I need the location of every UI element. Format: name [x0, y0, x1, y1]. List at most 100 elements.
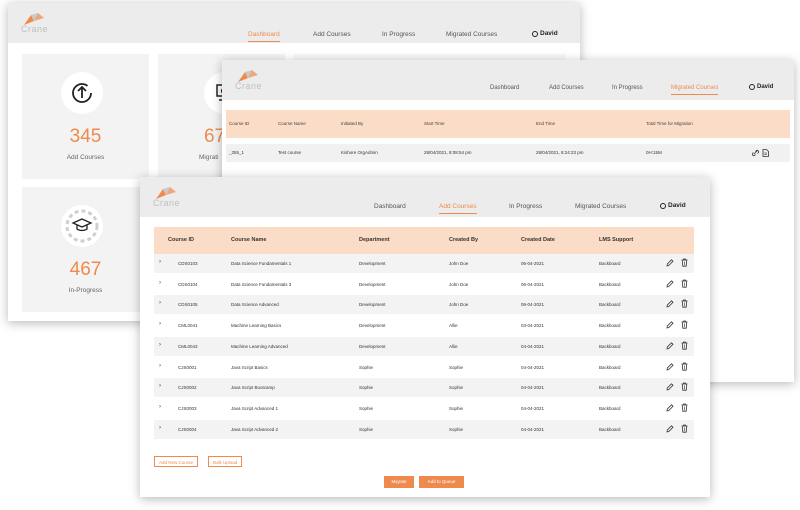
cell-lms-support: Backboard: [599, 323, 621, 329]
chevron-right-icon[interactable]: ›: [159, 363, 161, 369]
app-header: Crane Dashboard Add Courses In Progress …: [8, 3, 580, 43]
cell-created-date: 04-04-2021: [521, 343, 545, 349]
cell-created-by: Allie: [449, 323, 458, 329]
edit-pencil-icon[interactable]: [665, 402, 674, 413]
upload-arrow-icon: [61, 72, 103, 114]
table-row[interactable]: › CDS0105 Data Science Advanced Development…: [154, 295, 694, 315]
cell-course-id: CDS0105: [178, 302, 198, 308]
document-icon[interactable]: [762, 149, 769, 157]
nav-add-courses[interactable]: Add Courses: [439, 203, 477, 214]
cell-lms-support: Backboard: [599, 426, 621, 432]
add-courses-window: Crane Dashboard Add Courses In Progress …: [140, 177, 710, 497]
table-row[interactable]: › CJS0003 Java Script Advanced 1 Sophie Soph…: [154, 399, 694, 418]
trash-icon[interactable]: [680, 257, 689, 268]
chevron-right-icon[interactable]: ›: [159, 259, 161, 265]
chevron-right-icon[interactable]: ›: [159, 342, 161, 348]
nav-dashboard[interactable]: Dashboard: [374, 203, 406, 210]
column-header: Course ID: [168, 237, 194, 243]
column-header: End Time: [536, 121, 556, 126]
table-row[interactable]: › CML0041 Machine Learning Basics Developme…: [154, 316, 694, 335]
edit-pencil-icon[interactable]: [665, 319, 674, 330]
nav-add-courses[interactable]: Add Courses: [549, 85, 584, 91]
cell-course-name: Java Script Advanced 2: [231, 426, 279, 432]
nav-migrated-courses[interactable]: Migrated Courses: [671, 85, 719, 95]
table-row[interactable]: _355_1 Test course Kishore OrgAdmin 28/0…: [226, 144, 790, 162]
table-header: Course ID Course Name Initiated By Start…: [226, 110, 790, 138]
edit-pencil-icon[interactable]: [665, 361, 674, 372]
trash-icon[interactable]: [680, 423, 689, 434]
cell-department: Sophie: [359, 364, 374, 370]
column-header: Course ID: [229, 121, 250, 126]
trash-icon[interactable]: [680, 402, 689, 413]
cell-created-by: Sophie: [449, 405, 464, 411]
cell-course-name: Java Script Bootcamp: [231, 385, 275, 391]
crane-logo[interactable]: Crane: [21, 12, 48, 34]
migrate-button[interactable]: Migrate: [384, 476, 414, 488]
cell-course-name: Machine Learning Advanced: [231, 343, 288, 349]
column-header: Course Name: [278, 121, 306, 126]
cell-department: Development: [359, 302, 386, 308]
user-icon: [749, 84, 755, 90]
cell-created-by: John Doe: [449, 261, 469, 266]
stat-value: 467: [69, 259, 102, 280]
table-row[interactable]: › CDS0104 Data Science Fundamentals 3 Devel…: [154, 275, 694, 294]
cell-lms-support: Backboard: [599, 364, 621, 370]
cell-course-name: Machine Learning Basics: [231, 323, 282, 329]
table-row[interactable]: › CDS0103 Data Science Fundamentals 1 Devel…: [154, 254, 694, 273]
table-row[interactable]: › CJS0001 Java Script Basics Sophie Sophie 04…: [154, 358, 694, 377]
edit-pencil-icon[interactable]: [665, 278, 674, 289]
chevron-right-icon[interactable]: ›: [159, 280, 161, 286]
nav-dashboard[interactable]: Dashboard: [490, 85, 519, 91]
cell-total-time: 0H:15M: [646, 150, 662, 155]
trash-icon[interactable]: [680, 381, 689, 392]
cell-created-date: 04-04-2021: [521, 426, 545, 432]
cell-start-time: 28/04/2021, 8:08:54 pm: [424, 150, 472, 155]
trash-icon[interactable]: [680, 361, 689, 372]
stat-card-add-courses[interactable]: 345 Add Courses: [22, 54, 149, 179]
edit-pencil-icon[interactable]: [665, 381, 674, 392]
nav-migrated-courses[interactable]: Migrated Courses: [575, 203, 626, 210]
trash-icon[interactable]: [680, 340, 689, 351]
table-row[interactable]: › CJS0002 Java Script Bootcamp Sophie Sophie…: [154, 378, 694, 398]
edit-pencil-icon[interactable]: [665, 340, 674, 351]
crane-logo[interactable]: Crane: [235, 69, 262, 91]
link-icon[interactable]: [751, 149, 760, 157]
cell-created-date: 04-04-2021: [521, 364, 545, 370]
trash-icon[interactable]: [680, 298, 689, 309]
user-menu[interactable]: David: [660, 202, 686, 209]
cell-created-date: 06-04-2021: [521, 261, 545, 266]
table-row[interactable]: › CJS0004 Java Script Advanced 2 Sophie Soph…: [154, 419, 694, 439]
edit-pencil-icon[interactable]: [665, 423, 674, 434]
stat-card-in-progress[interactable]: 467 In-Progress: [22, 187, 149, 312]
cell-course-id: CDS0103: [178, 261, 198, 266]
chevron-right-icon[interactable]: ›: [159, 404, 161, 410]
cell-department: Development: [359, 261, 386, 266]
cell-course-id: CML0043: [178, 343, 198, 349]
bulk-upload-button[interactable]: Bulk Upload: [208, 456, 243, 467]
nav-in-progress[interactable]: In Progress: [382, 31, 415, 38]
trash-icon[interactable]: [680, 278, 689, 289]
chevron-right-icon[interactable]: ›: [159, 425, 161, 431]
chevron-right-icon[interactable]: ›: [159, 300, 161, 306]
crane-logo[interactable]: Crane: [153, 186, 180, 208]
app-header: Crane Dashboard Add Courses In Progress …: [140, 177, 710, 217]
edit-pencil-icon[interactable]: [665, 298, 674, 309]
table-header: Course ID Course Name Department Created…: [154, 227, 694, 254]
cell-course-name: Data Science Fundamentals 3: [231, 281, 292, 287]
nav-in-progress[interactable]: In Progress: [612, 85, 643, 91]
brand-name: Crane: [153, 198, 181, 208]
add-to-queue-button[interactable]: Add to Queue: [419, 476, 464, 488]
add-new-course-button[interactable]: Add New Course: [154, 456, 199, 467]
user-menu[interactable]: David: [749, 84, 773, 90]
chevron-right-icon[interactable]: ›: [159, 383, 161, 389]
cell-created-date: 04-04-2021: [521, 385, 545, 391]
user-menu[interactable]: David: [532, 30, 558, 37]
nav-add-courses[interactable]: Add Courses: [313, 31, 351, 38]
nav-dashboard[interactable]: Dashboard: [248, 31, 280, 42]
nav-migrated-courses[interactable]: Migrated Courses: [446, 31, 497, 38]
nav-in-progress[interactable]: In Progress: [509, 203, 542, 210]
edit-pencil-icon[interactable]: [665, 257, 674, 268]
trash-icon[interactable]: [680, 319, 689, 330]
chevron-right-icon[interactable]: ›: [159, 321, 161, 327]
table-row[interactable]: › CML0043 Machine Learning Advanced Develop…: [154, 336, 694, 356]
